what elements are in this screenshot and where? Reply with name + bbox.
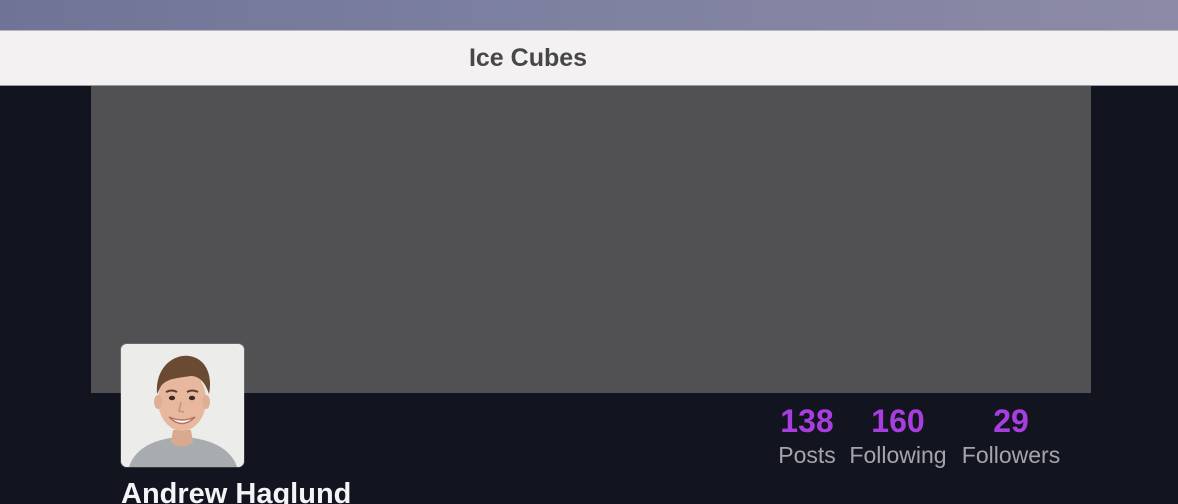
followers-count: 29	[993, 403, 1029, 439]
followers-label: Followers	[961, 442, 1061, 468]
posts-count: 138	[780, 403, 834, 439]
following-stat[interactable]: 160 Following	[846, 401, 950, 469]
following-count: 160	[871, 403, 925, 439]
profile-display-name: Andrew Haglund	[121, 478, 352, 504]
following-label: Following	[849, 442, 947, 468]
person-photo-icon	[121, 344, 244, 467]
window-titlebar[interactable]: Ice Cubes	[0, 30, 1178, 86]
posts-label: Posts	[778, 442, 836, 468]
profile-view: 138 Posts 160 Following 29 Followers And…	[0, 86, 1178, 504]
desktop-background	[0, 0, 1178, 30]
posts-stat[interactable]: 138 Posts	[772, 401, 842, 469]
followers-stat[interactable]: 29 Followers	[958, 401, 1064, 469]
window-title: Ice Cubes	[468, 44, 588, 72]
profile-avatar[interactable]	[121, 344, 244, 467]
